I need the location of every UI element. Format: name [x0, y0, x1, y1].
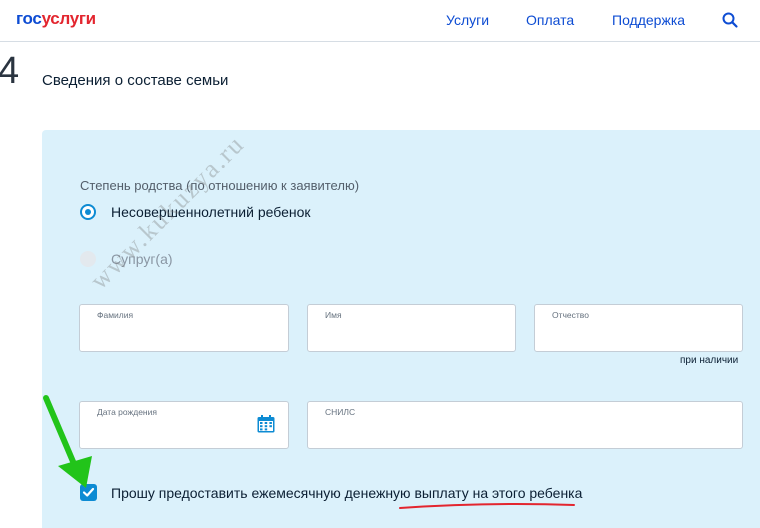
- birth-date-field[interactable]: Дата рождения: [79, 401, 289, 449]
- last-name-field[interactable]: Фамилия: [79, 304, 289, 352]
- gosuslugi-logo[interactable]: госуслуги: [16, 9, 96, 29]
- step-number: 4: [0, 50, 20, 92]
- nav-payment[interactable]: Оплата: [526, 12, 574, 28]
- search-icon[interactable]: [721, 11, 739, 29]
- logo-part-gos: гос: [16, 9, 42, 28]
- logo-part-uslugi: услуги: [41, 9, 97, 28]
- first-name-label: Имя: [325, 310, 342, 320]
- last-name-label: Фамилия: [97, 310, 134, 320]
- calendar-icon[interactable]: [256, 414, 276, 434]
- radio-minor-child[interactable]: [80, 204, 96, 220]
- snils-label: СНИЛС: [325, 407, 356, 417]
- annotation-red-underline: [399, 503, 575, 509]
- middle-name-hint: при наличии: [680, 355, 739, 366]
- section-title: Сведения о составе семьи: [42, 72, 229, 89]
- nav-services[interactable]: Услуги: [446, 12, 489, 28]
- first-name-field[interactable]: Имя: [307, 304, 516, 352]
- middle-name-field[interactable]: Отчество: [534, 304, 743, 352]
- middle-name-label: Отчество: [552, 310, 589, 320]
- top-header: госуслуги Услуги Оплата Поддержка: [0, 0, 760, 42]
- nav-support[interactable]: Поддержка: [612, 12, 685, 28]
- snils-field[interactable]: СНИЛС: [307, 401, 743, 449]
- annotation-green-arrow-icon: [43, 395, 92, 488]
